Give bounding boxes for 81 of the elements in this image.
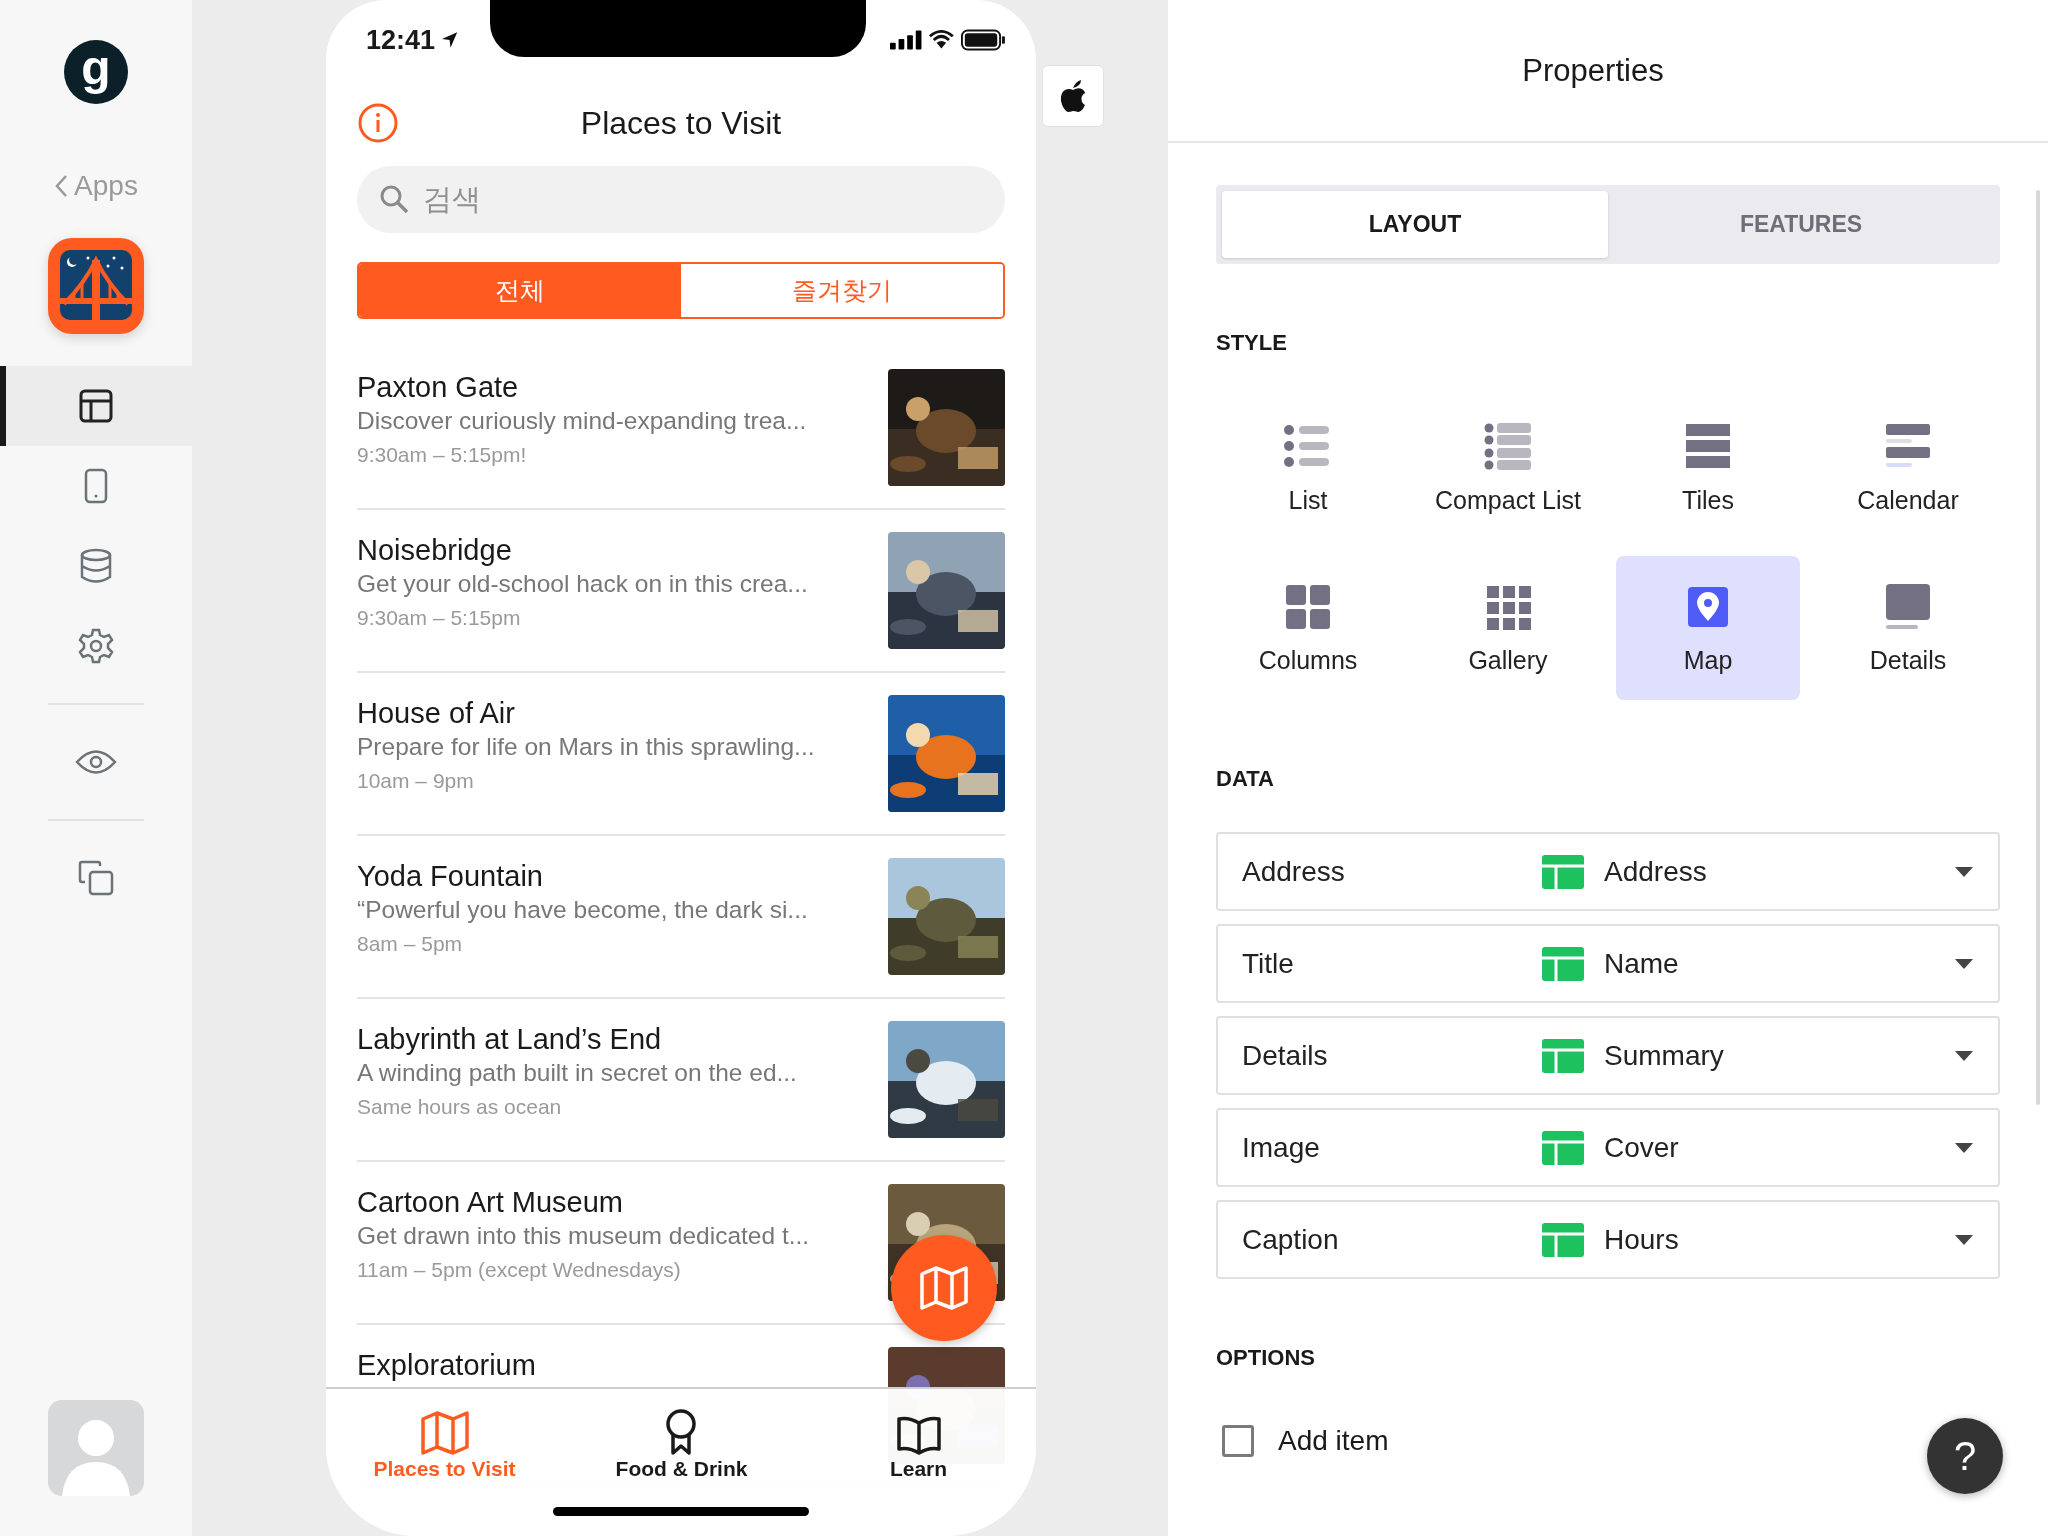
scrollbar[interactable] <box>2036 190 2040 1105</box>
ribbon-icon <box>664 1409 699 1455</box>
settings-icon <box>78 628 114 664</box>
field-dropdown[interactable]: Image Cover <box>1216 1108 2000 1187</box>
status-time: 12:41 <box>366 24 436 56</box>
checkbox[interactable] <box>1222 1425 1254 1457</box>
platform-toggle[interactable] <box>1042 65 1104 127</box>
place-summary: Get your old-school hack on in this crea... <box>357 569 809 599</box>
style-option[interactable]: Map <box>1616 556 1800 700</box>
field-dropdown[interactable]: Title Name <box>1216 924 2000 1003</box>
place-name[interactable]: Yoda Fountain <box>357 860 874 892</box>
screen-title: Places to Visit <box>579 104 783 142</box>
place-name[interactable]: House of Air <box>357 697 874 729</box>
info-icon[interactable] <box>357 102 399 144</box>
panel-tab[interactable]: LAYOUT <box>1222 191 1608 258</box>
field-dropdown[interactable]: Caption Hours <box>1216 1200 2000 1279</box>
panel-title: Properties <box>1522 52 1664 89</box>
style-option[interactable]: Gallery <box>1416 556 1600 700</box>
panel-tab[interactable]: FEATURES <box>1608 191 1994 258</box>
place-hours: Same hours as ocean <box>357 1094 563 1120</box>
layout-icon <box>79 389 113 423</box>
sheet-icon <box>1542 1222 1584 1257</box>
dropdown-caret-icon <box>1954 1141 1974 1154</box>
sheet-icon <box>1542 1130 1584 1165</box>
eye-icon <box>75 749 117 775</box>
search-icon <box>379 184 409 214</box>
place-hours: 9:30am – 5:15pm <box>357 605 522 631</box>
style-option[interactable]: Columns <box>1216 556 1400 700</box>
section-heading: STYLE <box>1216 330 1288 356</box>
chevron-left-icon <box>54 174 69 198</box>
dropdown-caret-icon <box>1954 865 1974 878</box>
place-name[interactable]: Exploratorium <box>357 1349 874 1381</box>
battery-icon <box>961 29 1005 51</box>
style-option[interactable]: Calendar <box>1816 396 2000 540</box>
signal-icon <box>890 30 923 50</box>
map-icon <box>919 1266 969 1310</box>
sheet-icon <box>1542 854 1584 889</box>
map-icon <box>419 1411 470 1455</box>
book-icon <box>896 1415 941 1455</box>
bridge-app-icon <box>48 238 144 334</box>
logo-icon: g <box>64 40 128 104</box>
dropdown-caret-icon <box>1954 957 1974 970</box>
option-label[interactable]: Add item <box>1278 1425 1389 1457</box>
copy-icon <box>78 860 114 896</box>
field-dropdown[interactable]: Address Address <box>1216 832 2000 911</box>
sheet-icon <box>1542 1038 1584 1073</box>
dropdown-caret-icon <box>1954 1049 1974 1062</box>
place-summary: “Powerful you have become, the dark si... <box>357 895 809 925</box>
sheet-icon <box>1542 946 1584 981</box>
place-hours: 11am – 5pm (except Wednesdays) <box>357 1257 682 1283</box>
place-hours: 9:30am – 5:15pm! <box>357 442 528 468</box>
field-dropdown[interactable]: Details Summary <box>1216 1016 2000 1095</box>
place-name[interactable]: Labyrinth at Land’s End <box>357 1023 874 1055</box>
place-summary: Get drawn into this museum dedicated t... <box>357 1221 811 1251</box>
style-option[interactable]: Compact List <box>1416 396 1600 540</box>
database-icon <box>79 548 113 584</box>
tab-bar-item[interactable]: Food & Drink <box>615 1401 748 1481</box>
dropdown-caret-icon <box>1954 1233 1974 1246</box>
section-heading: DATA <box>1216 766 1275 792</box>
nav-item[interactable] <box>0 366 192 446</box>
place-hours: 10am – 9pm <box>357 768 475 794</box>
place-name[interactable]: Noisebridge <box>357 534 874 566</box>
style-option[interactable]: Tiles <box>1616 396 1800 540</box>
place-summary: Discover curiously mind-expanding trea... <box>357 406 808 436</box>
wifi-icon <box>928 30 956 50</box>
phone-icon <box>84 468 108 504</box>
section-heading: OPTIONS <box>1216 1345 1316 1371</box>
compact-list-icon <box>1483 421 1533 472</box>
place-summary: Prepare for life on Mars in this sprawling... <box>357 732 816 762</box>
apple-icon <box>1058 79 1088 113</box>
location-arrow-icon <box>441 31 459 49</box>
search-field[interactable]: 검색 <box>357 166 1005 233</box>
tab-bar-item[interactable]: Learn <box>889 1401 948 1481</box>
place-name[interactable]: Cartoon Art Museum <box>357 1186 874 1218</box>
help-button[interactable]: ? <box>1927 1418 2003 1494</box>
style-option[interactable]: List <box>1216 396 1400 540</box>
place-hours: 8am – 5pm <box>357 931 464 957</box>
place-name[interactable]: Paxton Gate <box>357 371 874 403</box>
place-summary: A winding path built in secret on the ed... <box>357 1058 798 1088</box>
style-option[interactable]: Details <box>1816 556 2000 700</box>
details-icon <box>1883 581 1933 632</box>
